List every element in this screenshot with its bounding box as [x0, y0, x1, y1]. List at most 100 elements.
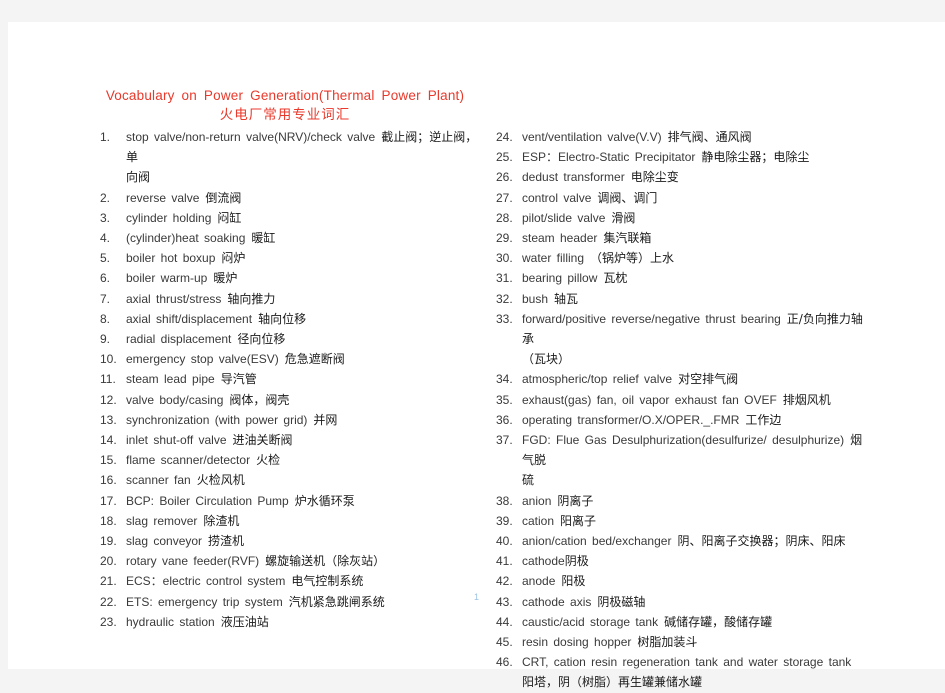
vocabulary-entry: 11. steam lead pipe 导汽管	[100, 369, 478, 389]
document-title-english: Vocabulary on Power Generation(Thermal P…	[105, 88, 465, 103]
entry-term-english: bearing pillow	[522, 271, 598, 286]
entry-term-english: slag remover	[126, 513, 198, 528]
entry-term-english: reverse valve	[126, 190, 200, 205]
vocabulary-entry: 2. reverse valve 倒流阀	[100, 188, 478, 208]
entry-term-chinese: 树脂加装斗	[637, 635, 698, 650]
entry-number: 35.	[496, 392, 513, 407]
entry-number: 44.	[496, 614, 513, 629]
entry-number: 1.	[100, 130, 111, 144]
vocabulary-entry: 3. cylinder holding 闷缸	[100, 208, 478, 228]
document-body: Vocabulary on Power Generation(Thermal P…	[100, 86, 870, 689]
entry-term-chinese: 阀体，阀壳	[229, 392, 290, 407]
entry-number: 41.	[496, 554, 513, 569]
vocabulary-entry: 24. vent/ventilation valve(V.V) 排气阀、通风阀	[496, 127, 870, 147]
vocabulary-entry: 13. synchronization (with power grid) 并网	[100, 410, 478, 430]
vocabulary-entry: 41. cathode阴极	[496, 551, 870, 571]
page-edge-top	[0, 0, 945, 22]
entry-term-english: cathode	[522, 554, 565, 569]
entry-term-chinese: 排烟风机	[782, 392, 831, 407]
vocabulary-entry: 20. rotary vane feeder(RVF) 螺旋输送机（除灰站）	[100, 551, 478, 571]
entry-term-chinese: 暖缸	[251, 231, 276, 246]
entry-number: 11.	[100, 372, 116, 387]
entry-term-chinese: 螺旋输送机（除灰站）	[265, 554, 386, 569]
vocabulary-entry: 12. valve body/casing 阀体，阀壳	[100, 390, 478, 410]
entry-term-english: axial thrust/stress	[126, 291, 222, 306]
entry-number: 33.	[496, 311, 513, 326]
entry-term-english: (cylinder)heat soaking	[126, 231, 246, 246]
vocabulary-entry: 1. stop valve/non-return valve(NRV)/check…	[100, 127, 478, 188]
entry-term-english: radial displacement	[126, 332, 232, 347]
vocabulary-entry: 6. boiler warm-up 暖炉	[100, 268, 478, 288]
entry-term-chinese: 炉水循环泵	[294, 493, 355, 508]
entry-number: 38.	[496, 493, 513, 508]
entry-number: 42.	[496, 574, 513, 589]
entry-number: 21.	[100, 574, 117, 589]
entry-number: 7.	[100, 291, 111, 306]
vocabulary-column-right: 24. vent/ventilation valve(V.V) 排气阀、通风阀 25.…	[496, 127, 870, 693]
entry-term-english: boiler hot boxup	[126, 251, 216, 266]
entry-term-chinese: 轴向位移	[258, 311, 307, 326]
entry-term-chinese: 导汽管	[220, 372, 257, 387]
entry-term-english: forward/positive reverse/negative thrust…	[522, 311, 781, 326]
entry-term-chinese: 滑阀	[611, 210, 636, 225]
entry-term-english: synchronization (with power grid)	[126, 412, 308, 427]
entry-number: 3.	[100, 210, 111, 225]
entry-term-chinese: 火检风机	[196, 473, 245, 488]
entry-number: 20.	[100, 554, 117, 569]
vocabulary-entry: 27. control valve 调阀、调门	[496, 188, 870, 208]
entry-number: 12.	[100, 392, 117, 407]
entry-number: 19.	[100, 534, 117, 549]
entry-term-chinese: 阴极	[564, 554, 589, 569]
entry-number: 16.	[100, 473, 117, 488]
entry-number: 40.	[496, 534, 513, 549]
vocabulary-entry: 38. anion 阴离子	[496, 491, 870, 511]
entry-number: 24.	[496, 130, 513, 144]
entry-number: 8.	[100, 311, 111, 326]
entry-number: 15.	[100, 453, 117, 468]
entry-number: 14.	[100, 433, 117, 448]
entry-term-chinese: 阴、阳离子交换器；阴床、阳床	[677, 534, 846, 549]
vocabulary-entry: 29. steam header 集汽联箱	[496, 228, 870, 248]
entry-term-english: flame scanner/detector	[126, 453, 251, 468]
entry-term-english: valve body/casing	[126, 392, 224, 407]
entry-term-chinese: 调阀、调门	[597, 190, 658, 205]
vocabulary-entry: 19. slag conveyor 捞渣机	[100, 531, 478, 551]
entry-term-chinese: 并网	[313, 412, 338, 427]
vocabulary-entry: 44. caustic/acid storage tank 碱储存罐，酸储存罐	[496, 612, 870, 632]
entry-term-chinese: 闷缸	[217, 210, 242, 225]
entry-term-english: anion/cation bed/exchanger	[522, 534, 672, 549]
entry-term-english: steam header	[522, 231, 598, 246]
entry-term-chinese-continued: 硫	[522, 473, 535, 488]
entry-number: 9.	[100, 332, 111, 347]
entry-term-english: steam lead pipe	[126, 372, 215, 387]
vocabulary-entry: 36. operating transformer/O.X/OPER._.FMR 工…	[496, 410, 870, 430]
vocabulary-list-right: 24. vent/ventilation valve(V.V) 排气阀、通风阀 25.…	[496, 127, 870, 693]
entry-term-english: resin dosing hopper	[522, 635, 632, 650]
entry-number: 13.	[100, 412, 117, 427]
vocabulary-entry: 40. anion/cation bed/exchanger 阴、阳离子交换器；阴床…	[496, 531, 870, 551]
entry-term-english: slag conveyor	[126, 534, 203, 549]
entry-term-english: dedust transformer	[522, 170, 625, 185]
vocabulary-entry: 4. (cylinder)heat soaking 暖缸	[100, 228, 478, 248]
vocabulary-entry: 14. inlet shut-off valve 进油关断阀	[100, 430, 478, 450]
entry-term-english: rotary vane feeder(RVF)	[126, 554, 260, 569]
entry-number: 5.	[100, 251, 111, 266]
entry-term-chinese: 危急遮断阀	[284, 352, 345, 367]
entry-term-english: FGD: Flue Gas Desulphurization(desulfuri…	[522, 433, 845, 448]
vocabulary-entry: 45. resin dosing hopper 树脂加装斗	[496, 632, 870, 652]
entry-number: 34.	[496, 372, 513, 387]
vocabulary-entry: 32. bush 轴瓦	[496, 289, 870, 309]
vocabulary-entry: 15. flame scanner/detector 火检	[100, 450, 478, 470]
vocabulary-entry: 18. slag remover 除渣机	[100, 511, 478, 531]
entry-term-chinese: 阳离子	[560, 513, 597, 528]
entry-term-chinese: 径向位移	[237, 332, 286, 347]
page-edge-left	[0, 0, 8, 669]
entry-term-chinese: 除渣机	[203, 513, 240, 528]
entry-term-english: axial shift/displacement	[126, 311, 253, 326]
entry-number: 25.	[496, 150, 513, 165]
entry-term-english: pilot/slide valve	[522, 210, 606, 225]
entry-number: 27.	[496, 190, 513, 205]
vocabulary-entry: 35. exhaust(gas) fan, oil vapor exhaust f…	[496, 390, 870, 410]
entry-number: 10.	[100, 352, 117, 367]
vocabulary-entry: 25. ESP：Electro-Static Precipitator 静电除尘器；…	[496, 147, 870, 167]
